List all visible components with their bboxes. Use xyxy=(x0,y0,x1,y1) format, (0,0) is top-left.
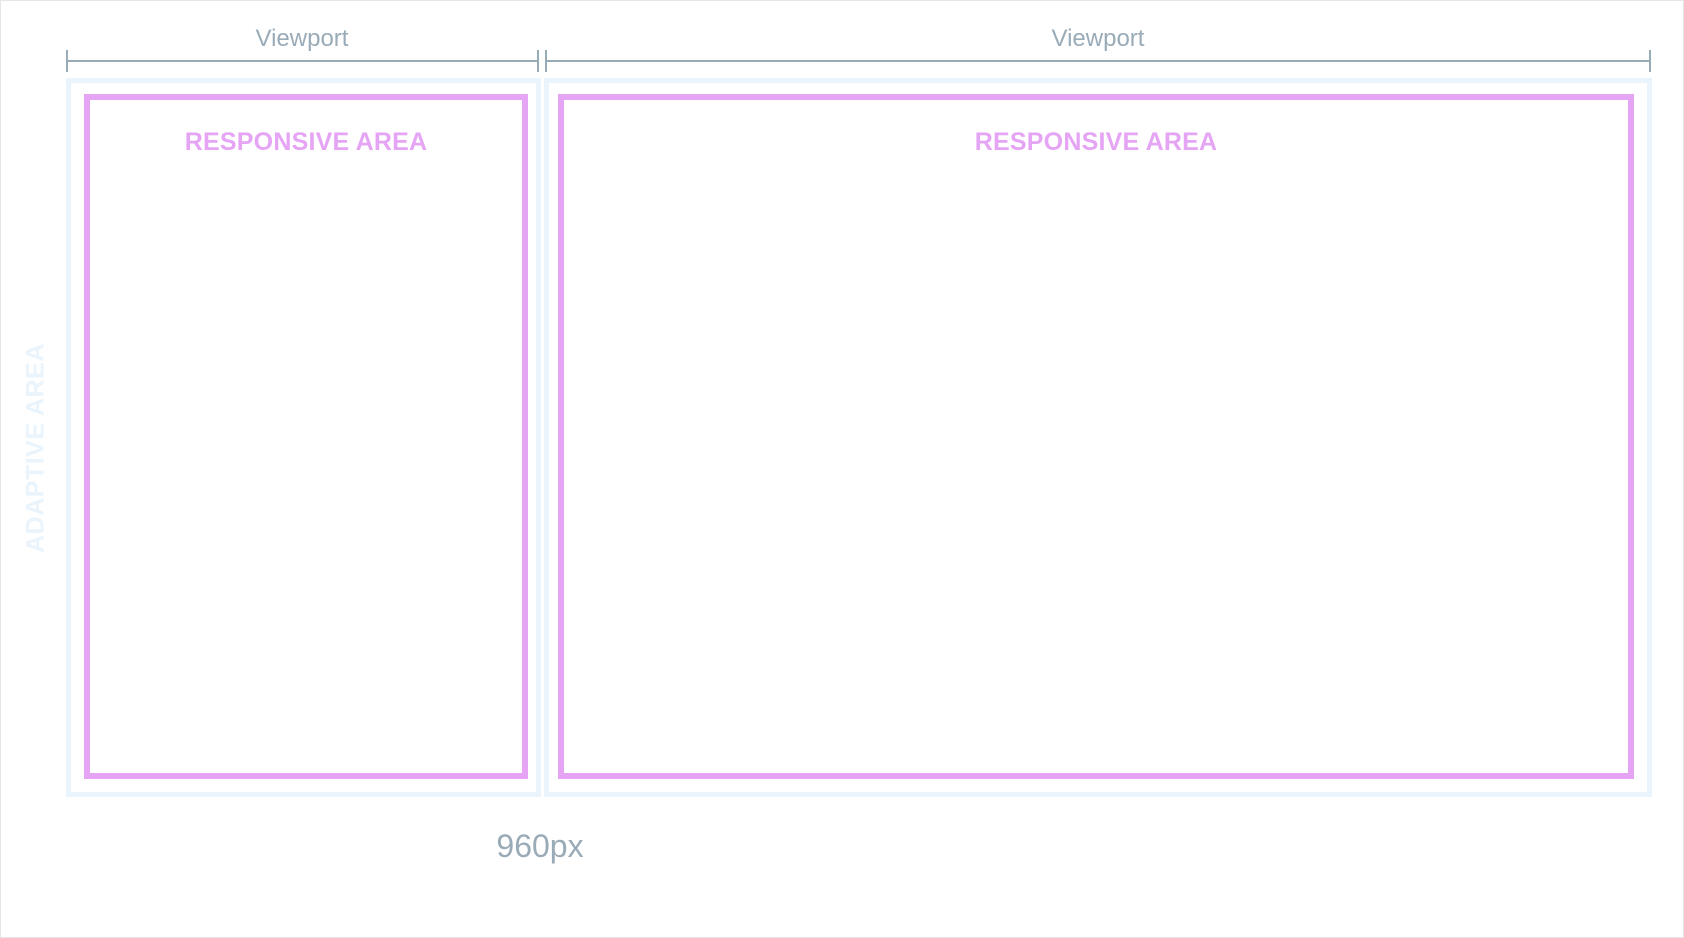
adaptive-area-label: ADAPTIVE AREA xyxy=(21,343,50,553)
dimension-tick-right-end xyxy=(1649,50,1651,72)
responsive-area-label-left: RESPONSIVE AREA xyxy=(184,128,428,156)
responsive-area-left: RESPONSIVE AREA xyxy=(84,94,528,779)
viewport-dimension-line-left xyxy=(67,60,537,62)
responsive-area-right: RESPONSIVE AREA xyxy=(558,94,1634,779)
viewport-label-left: Viewport xyxy=(255,25,349,52)
responsive-area-label-right: RESPONSIVE AREA xyxy=(974,128,1218,156)
viewport-label-right: Viewport xyxy=(1051,25,1145,52)
breakpoint-label: 960px xyxy=(496,828,584,864)
dimension-tick-left-end xyxy=(537,50,539,72)
viewport-dimension-line-right xyxy=(546,60,1650,62)
